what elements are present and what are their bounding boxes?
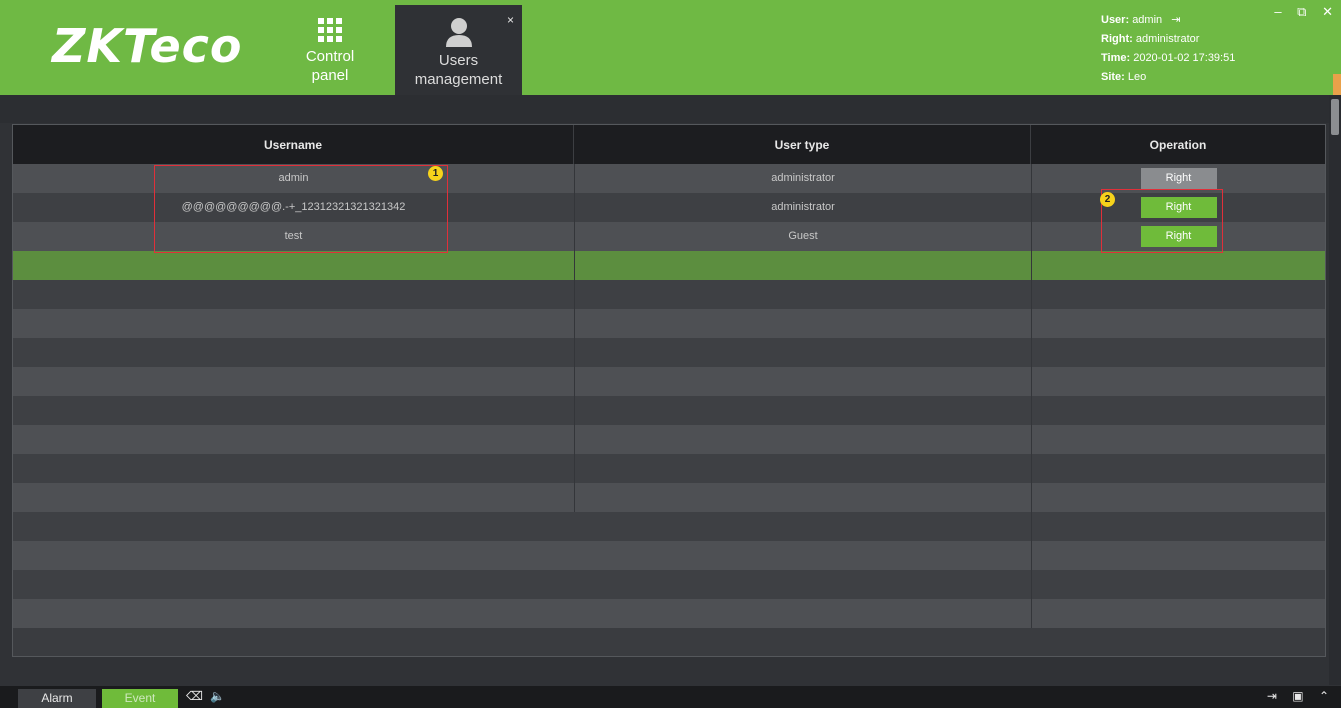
cell-empty (574, 396, 1031, 425)
column-header-operation[interactable]: Operation (1031, 125, 1325, 164)
tab-control-panel[interactable]: Control panel (282, 5, 378, 93)
session-info: User: admin ⇥ Right: administrator Time:… (1101, 11, 1235, 87)
chevron-up-icon[interactable]: ⌃ (1319, 689, 1329, 703)
app-window: ZKTeco Control panel × Users management … (0, 0, 1341, 708)
toolbar-strip (0, 95, 1341, 123)
cell-user-type: administrator (574, 193, 1031, 222)
table-row-empty[interactable] (13, 280, 1325, 309)
cell-empty (574, 483, 1031, 512)
tab-event[interactable]: Event (102, 689, 178, 708)
table-row-empty[interactable] (13, 338, 1325, 367)
bottom-right-icons: ⇥ ▣ ⌃ (1255, 689, 1329, 703)
time-label: Time: (1101, 52, 1131, 64)
cell-empty (1031, 454, 1325, 483)
cell-empty (1031, 251, 1325, 280)
table-row-empty[interactable] (13, 367, 1325, 396)
cell-empty (574, 338, 1031, 367)
close-window-icon[interactable]: ✕ (1322, 4, 1333, 19)
cell-empty (574, 367, 1031, 396)
cell-empty (574, 454, 1031, 483)
cell-empty (1031, 599, 1325, 628)
cell-empty (1031, 367, 1325, 396)
table-row-empty[interactable] (13, 483, 1325, 512)
zkteco-logo: ZKTeco (52, 19, 243, 73)
column-header-user-type[interactable]: User type (574, 125, 1031, 164)
tab-alarm[interactable]: Alarm (18, 689, 96, 708)
pin-icon[interactable]: ⇥ (1267, 689, 1277, 703)
minimize-icon[interactable]: – (1274, 4, 1281, 19)
right-button[interactable]: Right (1140, 168, 1217, 189)
table-row-selected[interactable] (13, 251, 1325, 280)
cell-empty (1031, 338, 1325, 367)
user-label: User: (1101, 14, 1130, 26)
user-icon (445, 18, 472, 47)
cell-empty (574, 251, 1031, 280)
right-value: administrator (1135, 33, 1200, 45)
tab-label: Control panel (305, 48, 355, 84)
annotation-box-username (154, 165, 448, 253)
cell-empty (1031, 396, 1325, 425)
window-icon[interactable]: ▣ (1292, 689, 1303, 703)
table-header: Username User type Operation (13, 125, 1325, 164)
bottom-left-icons: ⌫ 🔈 (186, 689, 225, 703)
table-row-empty[interactable] (13, 570, 1325, 599)
table-row-empty[interactable] (13, 599, 1325, 628)
speaker-icon[interactable]: 🔈 (210, 689, 225, 703)
annotation-box-operation (1101, 189, 1223, 253)
logout-icon[interactable]: ⇥ (1171, 14, 1180, 26)
user-value: admin (1132, 14, 1163, 26)
annotation-badge: 2 (1100, 192, 1115, 207)
site-label: Site: (1101, 71, 1125, 83)
restore-icon[interactable]: ⧉ (1297, 4, 1306, 19)
users-table: Username User type Operation admin admin… (12, 124, 1326, 657)
table-row-empty[interactable] (13, 541, 1325, 570)
cell-empty (1031, 425, 1325, 454)
table-row-empty[interactable] (13, 309, 1325, 338)
cell-empty (1031, 570, 1325, 599)
window-controls: – ⧉ ✕ (1262, 4, 1333, 20)
vertical-scrollbar[interactable] (1329, 95, 1341, 685)
column-header-username[interactable]: Username (13, 125, 574, 164)
cell-empty (1031, 280, 1325, 309)
cell-empty (574, 309, 1031, 338)
cell-empty (1031, 512, 1325, 541)
tab-label: Users management (414, 52, 503, 88)
cell-empty (1031, 309, 1325, 338)
bottom-bar: Alarm Event ⌫ 🔈 ⇥ ▣ ⌃ (0, 686, 1341, 708)
site-value: Leo (1127, 71, 1147, 83)
cell-empty (1031, 483, 1325, 512)
cell-empty (1031, 541, 1325, 570)
table-row-empty[interactable] (13, 425, 1325, 454)
tab-users-management[interactable]: × Users management (395, 5, 522, 95)
broom-icon[interactable]: ⌫ (186, 689, 203, 703)
annotation-badge: 1 (428, 166, 443, 181)
cell-empty (574, 425, 1031, 454)
scrollbar-thumb[interactable] (1331, 99, 1339, 135)
table-row-empty[interactable] (13, 396, 1325, 425)
time-value: 2020-01-02 17:39:51 (1133, 52, 1236, 64)
header-bar: ZKTeco Control panel × Users management … (0, 0, 1341, 98)
cell-user-type: administrator (574, 164, 1031, 193)
cell-user-type: Guest (574, 222, 1031, 251)
cell-empty (574, 280, 1031, 309)
table-row-empty[interactable] (13, 454, 1325, 483)
close-icon[interactable]: × (507, 11, 514, 30)
grid-icon (318, 18, 342, 42)
right-label: Right: (1101, 33, 1133, 45)
table-row-empty[interactable] (13, 512, 1325, 541)
